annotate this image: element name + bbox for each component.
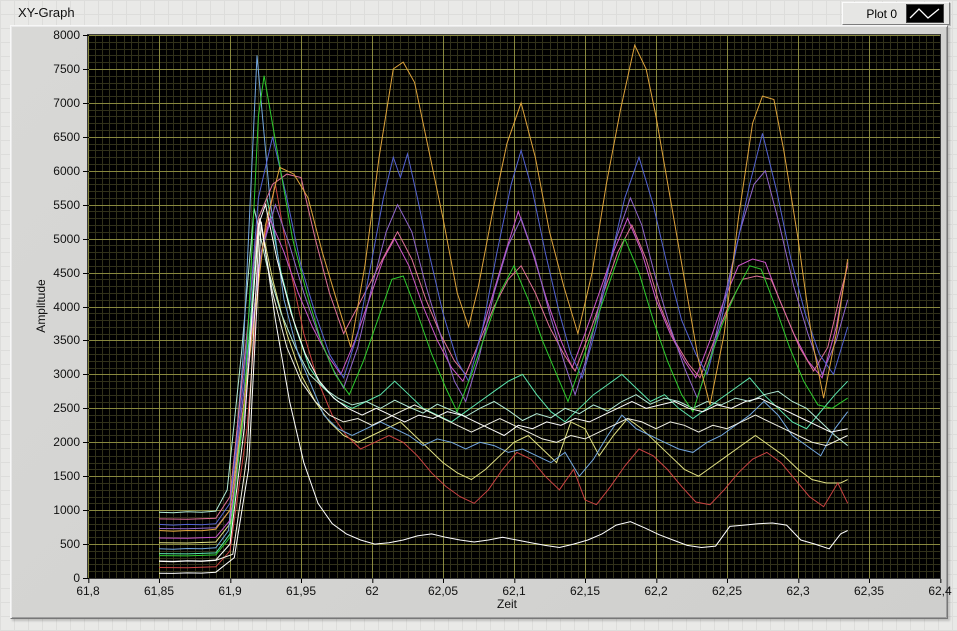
series-skyblue — [158, 55, 849, 550]
y-tick-label: 8000 — [16, 28, 89, 42]
graph-title: XY-Graph — [18, 5, 75, 20]
series-white-low — [158, 221, 848, 574]
y-tick-label: 7000 — [16, 96, 89, 110]
y-tick-label: 2000 — [16, 435, 89, 449]
x-tick-label: 62 — [365, 579, 379, 598]
x-tick-label: 62,15 — [570, 579, 600, 598]
series-blue — [158, 133, 849, 526]
x-tick-label: 62,05 — [428, 579, 458, 598]
y-tick-label: 4500 — [16, 266, 89, 280]
y-tick-label: 3500 — [16, 333, 89, 347]
x-tick-label: 62,3 — [786, 579, 810, 598]
y-axis-labels: 8000 7500 7000 6500 6000 5500 5000 4500 4000 3500… — [16, 28, 89, 585]
x-tick-label: 62,35 — [854, 579, 884, 598]
x-tick-label: 61,95 — [286, 579, 316, 598]
y-tick-label: 4000 — [16, 300, 89, 314]
y-tick-label: 7500 — [16, 62, 89, 76]
y-tick-label: 5000 — [16, 232, 89, 246]
y-tick-label: 3000 — [16, 367, 89, 381]
front-panel: { "window": { "title": "XY-Graph" }, "le… — [0, 0, 957, 631]
legend[interactable]: Plot 0 — [842, 2, 950, 25]
y-tick-label: 1500 — [16, 469, 89, 483]
series-purple — [158, 169, 849, 530]
series-paleyellow — [158, 218, 848, 544]
y-tick-label: 6500 — [16, 130, 89, 144]
y-tick-label: 6000 — [16, 164, 89, 178]
x-tick-label: 62,1 — [502, 579, 526, 598]
y-tick-label: 500 — [16, 537, 89, 551]
x-axis-labels: 61,8 61,85 61,9 61,95 62 62,05 62,1 62,15 62,2 62… — [76, 579, 952, 599]
y-tick-label: 0 — [16, 571, 89, 585]
x-tick-label: 62,4 — [928, 579, 952, 598]
x-axis-title: Zeit — [496, 597, 518, 611]
plot-svg[interactable] — [88, 35, 940, 578]
y-axis-title: Amplitude — [34, 279, 48, 333]
x-tick-label: 62,2 — [644, 579, 668, 598]
x-tick-label: 62,25 — [712, 579, 742, 598]
x-tick-label: 61,9 — [218, 579, 242, 598]
y-tick-label: 5500 — [16, 198, 89, 212]
y-tick-label: 2500 — [16, 401, 89, 415]
legend-plot-label[interactable]: Plot 0 — [866, 7, 897, 21]
x-tick-label: 61,85 — [144, 579, 174, 598]
plot-area[interactable] — [87, 34, 941, 579]
zigzag-line-icon[interactable] — [906, 4, 944, 23]
x-tick-label: 61,8 — [76, 579, 100, 598]
y-tick-label: 1000 — [16, 503, 89, 517]
